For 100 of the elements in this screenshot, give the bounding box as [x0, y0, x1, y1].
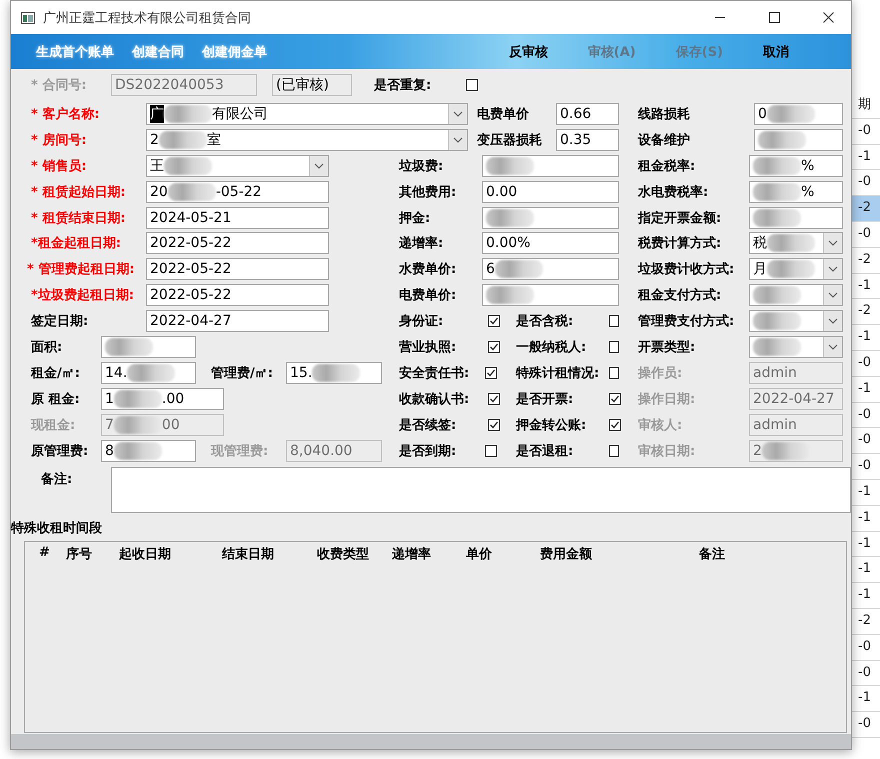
column-header: 费用金额 [540, 546, 593, 564]
checkbox[interactable] [609, 418, 621, 431]
input-field[interactable] [749, 206, 843, 228]
input-field[interactable]: 2022-05-22 [146, 258, 329, 280]
field-label: 设备维护 [638, 132, 690, 149]
checkbox[interactable] [609, 315, 619, 328]
checkbox[interactable] [488, 392, 500, 405]
input-field[interactable]: 6 [482, 258, 619, 280]
field-label: 管理费支付方式: [638, 312, 734, 330]
field-label: * 销售员: [30, 158, 87, 175]
column-header: 起收日期 [119, 546, 172, 564]
toolbar-button[interactable]: 取消 [763, 42, 789, 60]
input-field[interactable]: 2022-05-22 [146, 232, 329, 254]
redaction-blur [486, 156, 534, 175]
input-field[interactable]: 8 [101, 440, 196, 462]
status-field: (已审核) [272, 74, 352, 96]
field-label: 是否退租: [516, 442, 574, 460]
column-header: 备注 [699, 546, 726, 564]
input-field[interactable]: 2024-05-21 [146, 206, 329, 228]
field-label: 电费单价 [477, 106, 529, 123]
redaction-blur [164, 156, 212, 175]
field-label: * 房间号: [30, 132, 87, 149]
dropdown-field[interactable]: 广 有限公司 [146, 102, 468, 125]
dropdown-field[interactable]: 2 室 [146, 128, 468, 151]
redaction-blur [158, 130, 207, 149]
input-field[interactable]: 0.66 [556, 102, 619, 125]
dropdown-field[interactable] [749, 310, 843, 332]
redaction-blur [114, 416, 162, 434]
input-field[interactable]: % [749, 180, 843, 203]
input-field[interactable]: 0.00 [482, 180, 619, 203]
chevron-down-icon [453, 110, 463, 117]
field-label: 递增率: [399, 234, 444, 252]
input-field[interactable] [482, 206, 619, 228]
field-label: 开票类型: [638, 338, 696, 356]
field-label: * 租赁结束日期: [30, 210, 126, 226]
field-label: 现租金: [30, 416, 76, 434]
checkbox[interactable] [488, 315, 500, 328]
field-label: 水电费税率: [638, 184, 708, 201]
maximize-icon [768, 12, 780, 23]
field-label: 是否开票: [516, 390, 574, 408]
field-label: 营业执照: [399, 338, 456, 356]
background-cell: -0 [852, 402, 880, 428]
toolbar-button[interactable]: 生成首个账单 [36, 42, 114, 60]
input-field[interactable]: 0.00% [482, 232, 619, 254]
checkbox[interactable] [488, 418, 500, 431]
input-field[interactable]: 20 -05-22 [146, 180, 329, 203]
dropdown-field[interactable]: 月 [749, 258, 843, 280]
input-field[interactable]: 0 [754, 102, 843, 125]
column-header: 结束日期 [222, 546, 275, 564]
redaction-blur [758, 130, 806, 149]
input-field[interactable]: % [749, 154, 843, 177]
field-label: 租金支付方式: [638, 286, 722, 304]
checkbox[interactable] [609, 340, 619, 353]
checkbox[interactable] [488, 340, 500, 353]
redaction-blur [168, 182, 216, 201]
chevron-down-icon [828, 266, 838, 272]
input-field[interactable] [482, 284, 619, 306]
column-header: 收费类型 [317, 546, 370, 564]
redaction-blur [753, 208, 801, 226]
input-field[interactable] [101, 336, 196, 358]
remarks-field[interactable] [110, 467, 851, 514]
redaction-blur [312, 364, 360, 382]
field-label: 水费单价: [399, 261, 456, 278]
dropdown-field[interactable]: 王 [146, 154, 329, 177]
dropdown-field[interactable] [749, 336, 843, 358]
input-field[interactable]: 14. [101, 362, 196, 384]
input-field[interactable]: 1 .00 [101, 388, 224, 410]
field-label: * 合同号: [31, 77, 88, 94]
field-label: 审核人: [638, 416, 682, 434]
minimize-icon [715, 17, 725, 18]
field-label: 原管理费: [30, 442, 88, 460]
chevron-down-icon [314, 162, 324, 169]
input-field[interactable]: 2022-04-27 [146, 310, 329, 332]
field-label: 管理费/㎡: [211, 364, 273, 382]
checkbox[interactable] [485, 366, 497, 379]
field-label: * 管理费起租日期: [26, 261, 135, 278]
redaction-blur [486, 208, 534, 226]
redaction-blur [494, 260, 543, 278]
window-icon [21, 12, 35, 24]
background-cell: -0 [852, 634, 880, 661]
field-label: 变压器损耗 [477, 132, 542, 149]
dropdown-field[interactable]: 税 [749, 232, 843, 254]
redaction-blur [486, 286, 534, 304]
input-field[interactable] [482, 154, 619, 177]
field-label: 垃圾费: [399, 158, 444, 175]
checkbox[interactable] [609, 366, 619, 379]
input-field[interactable]: 15. [286, 362, 382, 384]
toolbar-button[interactable]: 创建合同 [132, 42, 184, 60]
field-label: 电费单价: [399, 287, 456, 304]
checkbox[interactable] [609, 444, 619, 457]
input-field[interactable]: 2022-05-22 [146, 284, 329, 306]
toolbar-button[interactable]: 反审核 [508, 42, 548, 60]
dropdown-field[interactable] [749, 284, 843, 306]
checkbox[interactable] [466, 79, 478, 91]
checkbox[interactable] [485, 444, 497, 457]
field-label: *垃圾费起租日期: [30, 287, 134, 304]
input-field[interactable]: 0.35 [556, 128, 619, 151]
checkbox[interactable] [609, 392, 621, 405]
input-field[interactable]: DS2022040053 [111, 74, 257, 96]
input-field[interactable] [754, 128, 843, 151]
